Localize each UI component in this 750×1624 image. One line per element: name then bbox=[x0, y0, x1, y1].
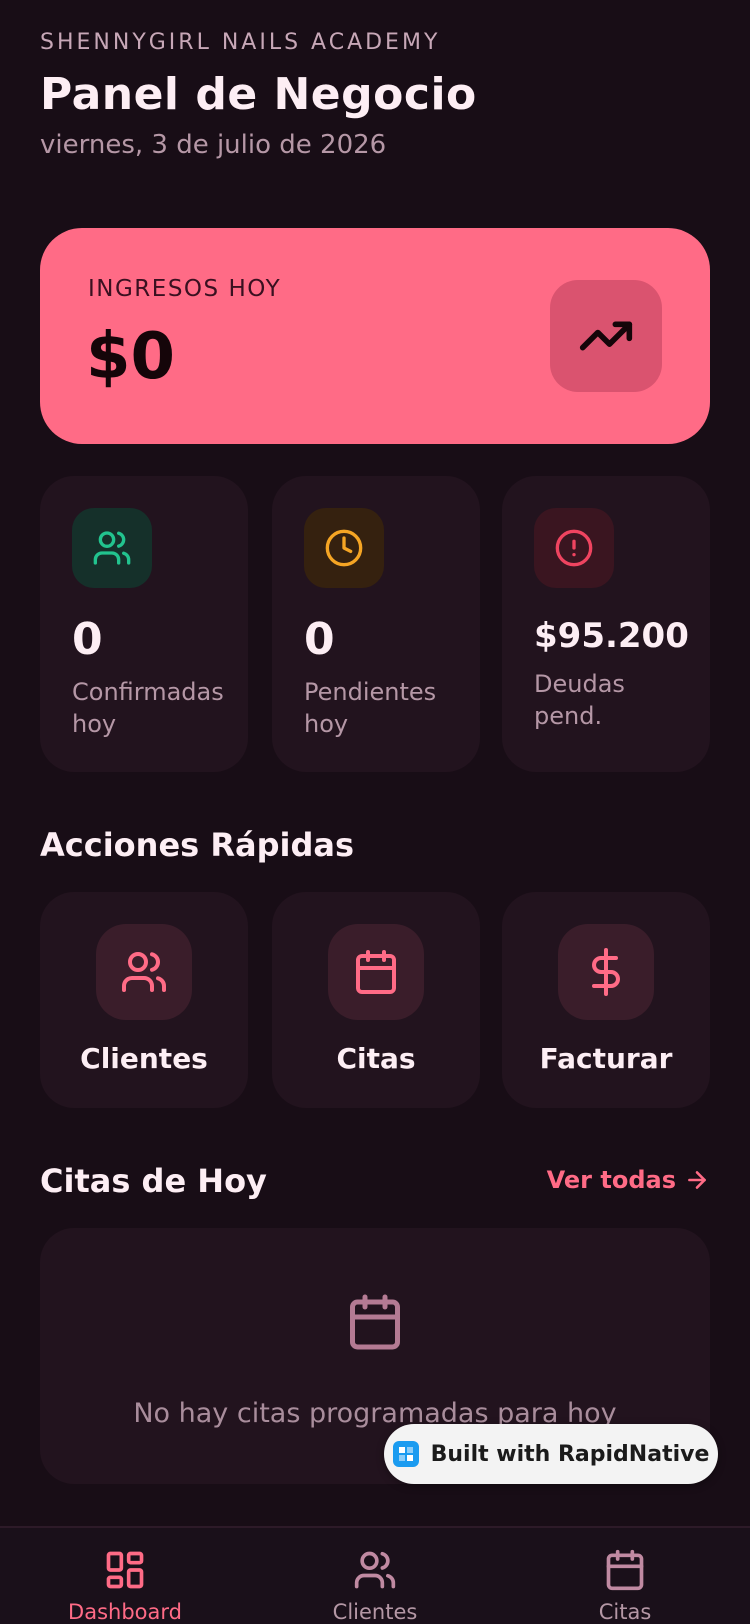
dollar-icon bbox=[558, 924, 654, 1020]
income-value: $0 bbox=[86, 320, 176, 394]
clock-icon bbox=[304, 508, 384, 588]
quick-actions-title: Acciones Rápidas bbox=[40, 826, 354, 864]
calendar-icon bbox=[328, 924, 424, 1020]
calendar-icon bbox=[606, 1549, 644, 1591]
stat-value: 0 bbox=[304, 614, 335, 665]
arrow-right-icon bbox=[688, 1171, 706, 1189]
stat-label: Confirmadas hoy bbox=[72, 678, 224, 738]
nav-label: Citas bbox=[598, 1600, 652, 1624]
stats-row: 0 Confirmadas hoy 0 Pendientes hoy $95.2… bbox=[40, 476, 710, 772]
rapidnative-logo-icon bbox=[392, 1441, 419, 1467]
stat-value: 0 bbox=[72, 614, 103, 665]
page-header: SHENNYGIRL NAILS ACADEMY Panel de Negoci… bbox=[40, 30, 477, 160]
action-invoice-button[interactable]: Facturar bbox=[502, 892, 710, 1108]
badge-text: Built with RapidNative bbox=[430, 1441, 710, 1467]
action-label: Citas bbox=[336, 1042, 416, 1075]
nav-item-appointments[interactable]: Citas bbox=[500, 1528, 750, 1624]
stat-card-confirmed: 0 Confirmadas hoy bbox=[40, 476, 248, 772]
see-all-label: Ver todas bbox=[546, 1166, 676, 1194]
bottom-nav: Dashboard Clientes Citas bbox=[0, 1526, 750, 1624]
alert-circle-icon bbox=[534, 508, 614, 588]
dashboard-icon bbox=[106, 1551, 144, 1589]
nav-item-dashboard[interactable]: Dashboard bbox=[0, 1528, 250, 1624]
current-date: viernes, 3 de julio de 2026 bbox=[40, 130, 387, 160]
users-icon bbox=[96, 924, 192, 1020]
action-appointments-button[interactable]: Citas bbox=[272, 892, 480, 1108]
users-icon bbox=[72, 508, 152, 588]
calendar-icon bbox=[350, 1294, 400, 1350]
stat-label: Deudas pend. bbox=[534, 670, 625, 730]
stat-card-debts: $95.200 Deudas pend. bbox=[502, 476, 710, 772]
stat-value: $95.200 bbox=[534, 616, 689, 656]
nav-label: Clientes bbox=[332, 1600, 418, 1624]
action-clients-button[interactable]: Clientes bbox=[40, 892, 248, 1108]
quick-actions-row: Clientes Citas Facturar bbox=[40, 892, 710, 1108]
income-today-card: INGRESOS HOY $0 bbox=[40, 228, 710, 444]
action-label: Facturar bbox=[539, 1042, 673, 1075]
action-label: Clientes bbox=[80, 1042, 208, 1075]
users-icon bbox=[354, 1551, 396, 1589]
nav-label: Dashboard bbox=[68, 1600, 182, 1624]
built-with-badge[interactable]: Built with RapidNative bbox=[384, 1424, 718, 1484]
trending-up-icon bbox=[550, 280, 662, 392]
academy-name: SHENNYGIRL NAILS ACADEMY bbox=[40, 30, 441, 55]
stat-label: Pendientes hoy bbox=[304, 678, 437, 738]
see-all-link[interactable]: Ver todas bbox=[547, 1166, 710, 1194]
income-label: INGRESOS HOY bbox=[88, 276, 282, 302]
page-title: Panel de Negocio bbox=[40, 69, 477, 120]
nav-item-clients[interactable]: Clientes bbox=[250, 1528, 500, 1624]
stat-card-pending: 0 Pendientes hoy bbox=[272, 476, 480, 772]
today-appointments-title: Citas de Hoy bbox=[40, 1162, 267, 1200]
